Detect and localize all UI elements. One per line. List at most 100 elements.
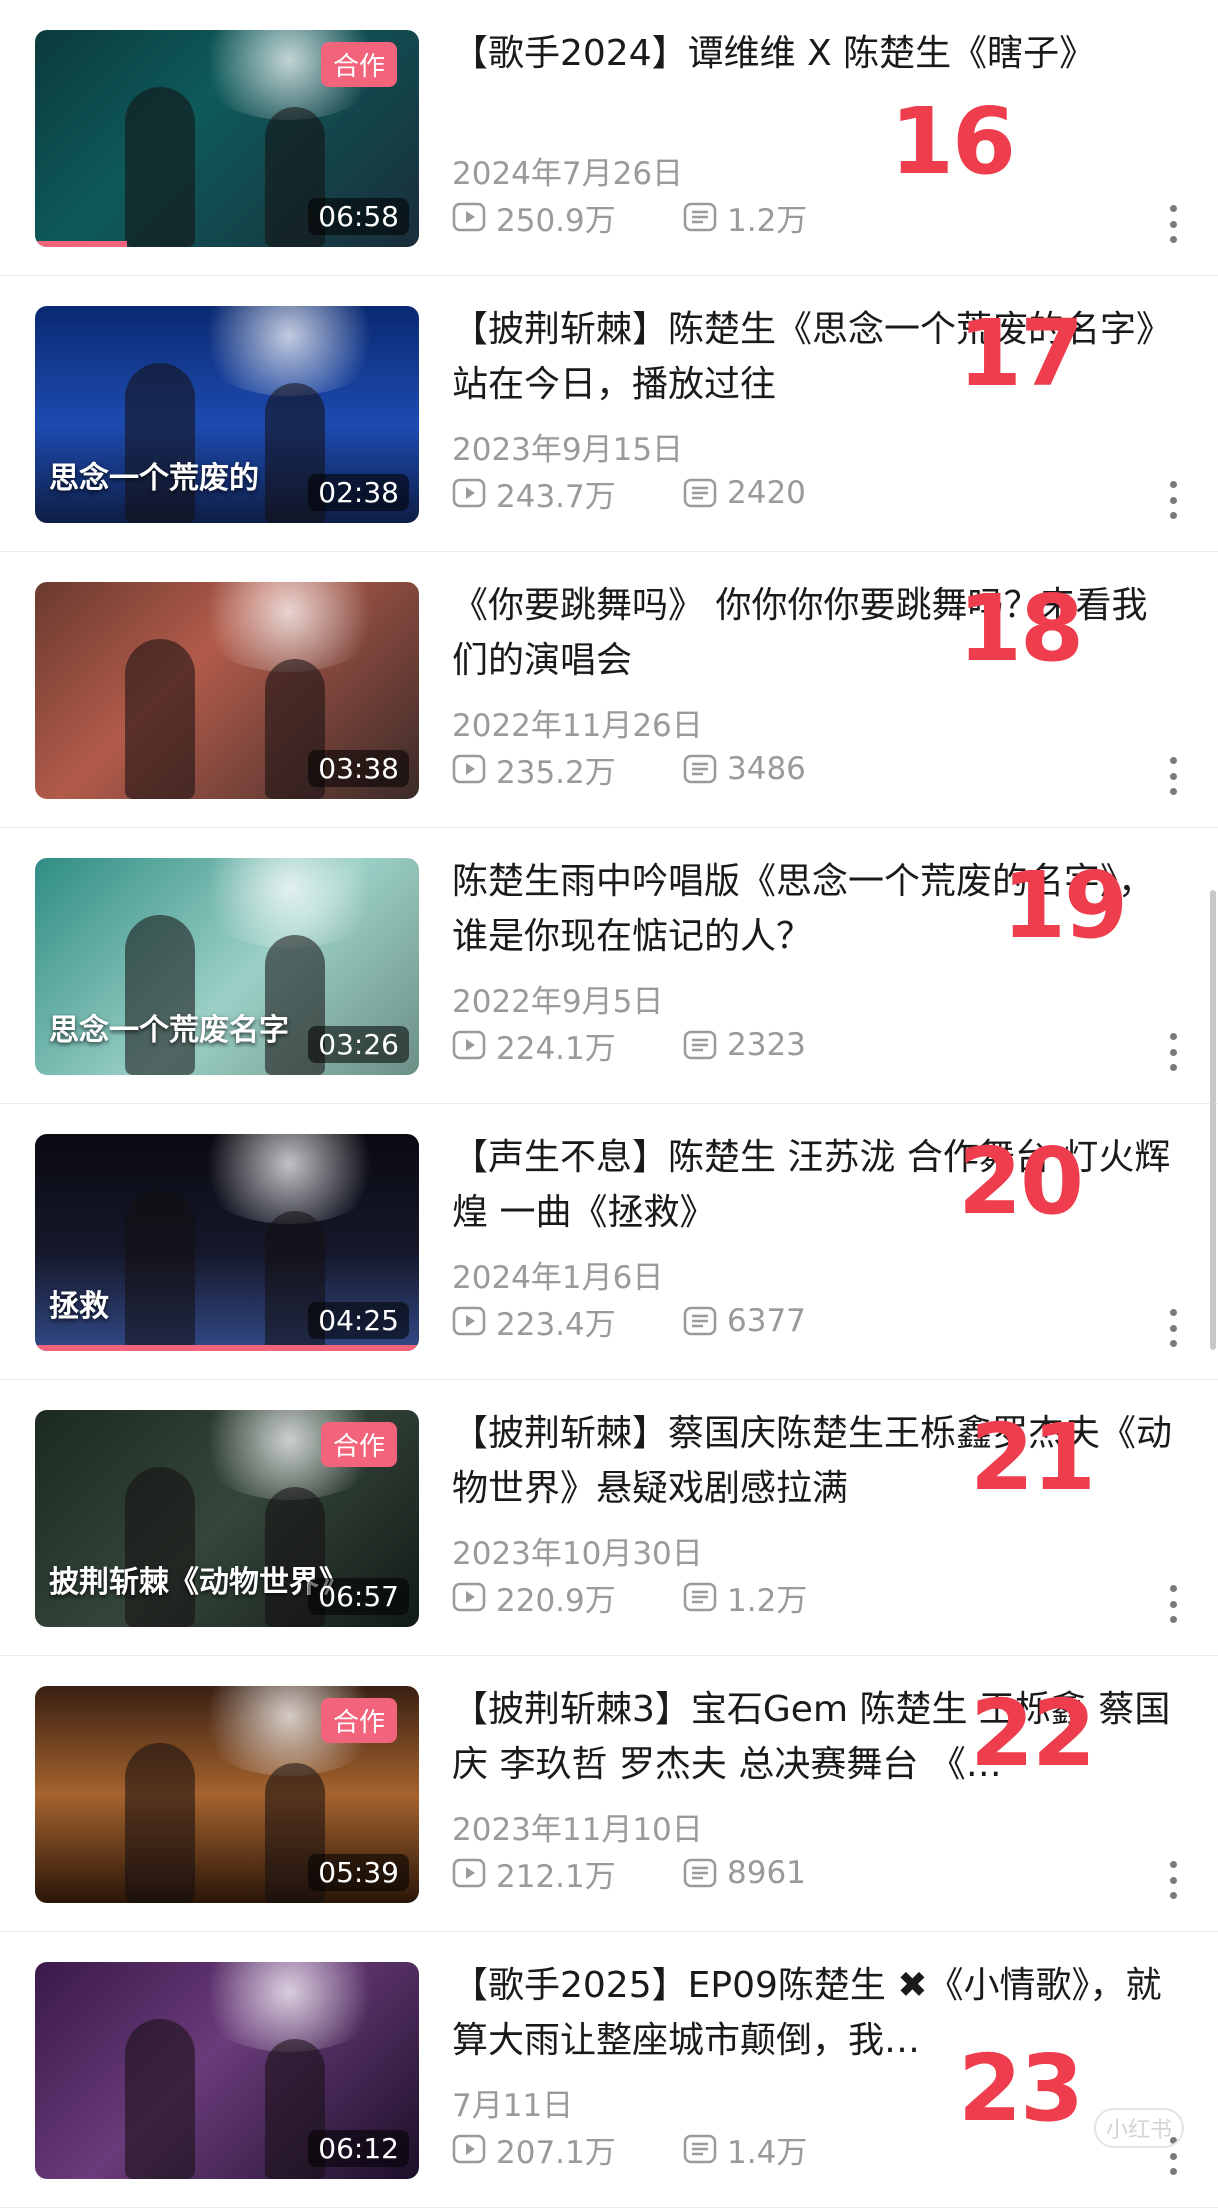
comment-icon bbox=[683, 1856, 717, 1890]
publish-date: 2023年9月15日 bbox=[452, 432, 684, 468]
view-count: 224.1万 bbox=[452, 1026, 616, 1067]
video-thumbnail[interactable]: 拯救 04:25 bbox=[35, 1134, 419, 1351]
video-list-item[interactable]: 03:38 《你要跳舞吗》 你你你你要跳舞吗？来看我们的演唱会 2022年11月… bbox=[0, 552, 1218, 828]
thumbnail-caption: 思念一个荒废的 bbox=[49, 461, 259, 496]
play-icon bbox=[452, 1304, 486, 1338]
video-thumbnail[interactable]: 合作 05:39 bbox=[35, 1686, 419, 1903]
thumbnail-caption: 思念一个荒废名字 bbox=[49, 1013, 289, 1048]
comment-icon bbox=[683, 1028, 717, 1062]
more-vertical-icon[interactable] bbox=[1168, 1585, 1178, 1623]
more-vertical-icon[interactable] bbox=[1168, 757, 1178, 795]
rank-number: 19 bbox=[1002, 852, 1128, 959]
comment-icon bbox=[683, 476, 717, 510]
video-thumbnail[interactable]: 03:38 bbox=[35, 582, 419, 799]
video-thumbnail[interactable]: 合作 06:58 bbox=[35, 30, 419, 247]
comment-count: 1.2万 bbox=[683, 1578, 807, 1619]
rank-number: 20 bbox=[958, 1128, 1084, 1235]
rank-number: 17 bbox=[958, 300, 1084, 407]
comment-icon bbox=[683, 2132, 717, 2166]
video-thumbnail[interactable]: 06:12 bbox=[35, 1962, 419, 2179]
scrollbar[interactable] bbox=[1210, 890, 1216, 1350]
rank-number: 18 bbox=[958, 575, 1084, 682]
comment-count: 6377 bbox=[683, 1302, 806, 1340]
view-count-value: 235.2万 bbox=[496, 754, 616, 791]
video-list-item[interactable]: 披荆斩棘《动物世界》 合作 06:57 【披荆斩棘】蔡国庆陈楚生王栎鑫罗杰夫《动… bbox=[0, 1380, 1218, 1656]
view-count: 223.4万 bbox=[452, 1302, 616, 1343]
rank-number: 23 bbox=[958, 2035, 1084, 2142]
comment-count-value: 3486 bbox=[727, 751, 806, 787]
view-count: 207.1万 bbox=[452, 2130, 616, 2171]
duration-label: 03:26 bbox=[308, 1026, 409, 1063]
thumbnail-caption: 拯救 bbox=[49, 1289, 109, 1324]
comment-count: 1.4万 bbox=[683, 2130, 807, 2171]
collab-badge: 合作 bbox=[320, 1422, 397, 1467]
publish-date: 2022年9月5日 bbox=[452, 984, 664, 1020]
duration-label: 06:58 bbox=[308, 198, 409, 235]
comment-count-value: 8961 bbox=[727, 1855, 806, 1891]
comment-count: 2420 bbox=[683, 474, 806, 512]
rank-number: 22 bbox=[970, 1680, 1096, 1787]
comment-count-value: 1.2万 bbox=[727, 202, 808, 239]
play-icon bbox=[452, 476, 486, 510]
publish-date: 2024年1月6日 bbox=[452, 1260, 664, 1296]
video-title[interactable]: 【歌手2024】谭维维 X 陈楚生《瞎子》 bbox=[452, 26, 1182, 81]
more-vertical-icon[interactable] bbox=[1168, 1033, 1178, 1071]
watch-progress-bar bbox=[35, 241, 128, 247]
more-vertical-icon[interactable] bbox=[1168, 205, 1178, 243]
publish-date: 2024年7月26日 bbox=[452, 156, 684, 192]
comment-count: 2323 bbox=[683, 1026, 806, 1064]
play-icon bbox=[452, 200, 486, 234]
duration-label: 02:38 bbox=[308, 474, 409, 511]
comment-icon bbox=[683, 200, 717, 234]
comment-count: 3486 bbox=[683, 750, 806, 788]
play-icon bbox=[452, 752, 486, 786]
watch-progress-bar bbox=[35, 1345, 419, 1351]
duration-label: 06:12 bbox=[308, 2130, 409, 2167]
publish-date: 2023年11月10日 bbox=[452, 1812, 703, 1848]
rank-number: 21 bbox=[970, 1404, 1096, 1511]
publish-date: 7月11日 bbox=[452, 2088, 574, 2124]
comment-count-value: 1.4万 bbox=[727, 2134, 808, 2171]
comment-icon bbox=[683, 1304, 717, 1338]
view-count-value: 223.4万 bbox=[496, 1306, 616, 1343]
comment-count-value: 6377 bbox=[727, 1303, 806, 1339]
publish-date: 2023年10月30日 bbox=[452, 1536, 703, 1572]
more-vertical-icon[interactable] bbox=[1168, 481, 1178, 519]
play-icon bbox=[452, 1580, 486, 1614]
play-icon bbox=[452, 2132, 486, 2166]
video-thumbnail[interactable]: 思念一个荒废的 02:38 bbox=[35, 306, 419, 523]
comment-icon bbox=[683, 1580, 717, 1614]
duration-label: 03:38 bbox=[308, 750, 409, 787]
video-list-item[interactable]: 拯救 04:25 【声生不息】陈楚生 汪苏泷 合作舞台 灯火辉煌 一曲《拯救》 … bbox=[0, 1104, 1218, 1380]
comment-count-value: 1.2万 bbox=[727, 1582, 808, 1619]
video-list-item[interactable]: 思念一个荒废名字 03:26 陈楚生雨中吟唱版《思念一个荒废的名字》，谁是你现在… bbox=[0, 828, 1218, 1104]
duration-label: 06:57 bbox=[308, 1578, 409, 1615]
view-count: 220.9万 bbox=[452, 1578, 616, 1619]
publish-date: 2022年11月26日 bbox=[452, 708, 703, 744]
comment-icon bbox=[683, 752, 717, 786]
comment-count-value: 2323 bbox=[727, 1027, 806, 1063]
video-list-item[interactable]: 合作 06:58 【歌手2024】谭维维 X 陈楚生《瞎子》 2024年7月26… bbox=[0, 0, 1218, 276]
thumbnail-caption: 披荆斩棘《动物世界》 bbox=[49, 1565, 349, 1600]
video-list-item[interactable]: 06:12 【歌手2025】EP09陈楚生 ✖《小情歌》，就算大雨让整座城市颠倒… bbox=[0, 1932, 1218, 2208]
collab-badge: 合作 bbox=[320, 1698, 397, 1743]
view-count-value: 220.9万 bbox=[496, 1582, 616, 1619]
view-count-value: 250.9万 bbox=[496, 202, 616, 239]
comment-count: 8961 bbox=[683, 1854, 806, 1892]
duration-label: 04:25 bbox=[308, 1302, 409, 1339]
view-count: 212.1万 bbox=[452, 1854, 616, 1895]
collab-badge: 合作 bbox=[320, 42, 397, 87]
video-thumbnail[interactable]: 思念一个荒废名字 03:26 bbox=[35, 858, 419, 1075]
comment-count-value: 2420 bbox=[727, 475, 806, 511]
video-list: 合作 06:58 【歌手2024】谭维维 X 陈楚生《瞎子》 2024年7月26… bbox=[0, 0, 1218, 2208]
comment-count: 1.2万 bbox=[683, 198, 807, 239]
more-vertical-icon[interactable] bbox=[1168, 1861, 1178, 1899]
video-list-item[interactable]: 思念一个荒废的 02:38 【披荆斩棘】陈楚生《思念一个荒废的名字》站在今日，播… bbox=[0, 276, 1218, 552]
view-count-value: 243.7万 bbox=[496, 478, 616, 515]
view-count-value: 212.1万 bbox=[496, 1858, 616, 1895]
video-list-item[interactable]: 合作 05:39 【披荆斩棘3】宝石Gem 陈楚生 王栎鑫 蔡国庆 李玖哲 罗杰… bbox=[0, 1656, 1218, 1932]
view-count: 235.2万 bbox=[452, 750, 616, 791]
more-vertical-icon[interactable] bbox=[1168, 1309, 1178, 1347]
video-thumbnail[interactable]: 披荆斩棘《动物世界》 合作 06:57 bbox=[35, 1410, 419, 1627]
view-count: 250.9万 bbox=[452, 198, 616, 239]
